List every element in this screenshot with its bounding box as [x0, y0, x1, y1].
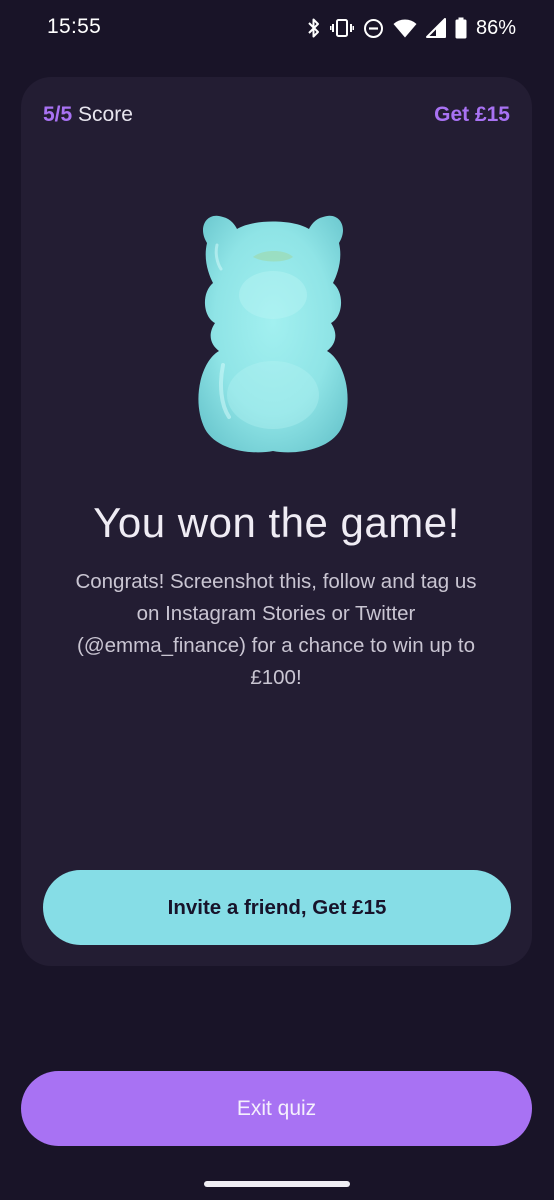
result-card: 5/5 Score Get £15 You won the game! Cong…: [21, 77, 532, 966]
win-title: You won the game!: [93, 499, 460, 546]
win-message: Congrats! Screenshot this, follow and ta…: [75, 570, 477, 689]
do-not-disturb-icon: [363, 18, 383, 38]
status-bar: 15:55 86%: [0, 0, 554, 58]
gummy-bear-illustration: [198, 215, 348, 453]
invite-friend-button[interactable]: Invite a friend, Get £15: [43, 870, 511, 945]
home-indicator[interactable]: [204, 1181, 350, 1187]
quiz-result-screen: 15:55 86% 5/5 Score Get £15 You won the …: [0, 0, 554, 1200]
status-icons: 86%: [307, 14, 516, 42]
status-time: 15:55: [47, 15, 102, 38]
battery-icon: [455, 17, 467, 39]
get-reward-link[interactable]: Get £15: [434, 103, 510, 127]
wifi-icon: [393, 19, 417, 38]
battery-percent: 86%: [475, 16, 516, 39]
exit-quiz-button[interactable]: Exit quiz: [21, 1071, 532, 1146]
bluetooth-icon: [308, 18, 319, 38]
score-display: 5/5 Score: [43, 103, 133, 127]
vibrate-icon: [329, 19, 354, 37]
score-value: 5/5: [43, 103, 73, 126]
cellular-signal-icon: [425, 18, 446, 38]
score-label: Score: [78, 103, 133, 126]
